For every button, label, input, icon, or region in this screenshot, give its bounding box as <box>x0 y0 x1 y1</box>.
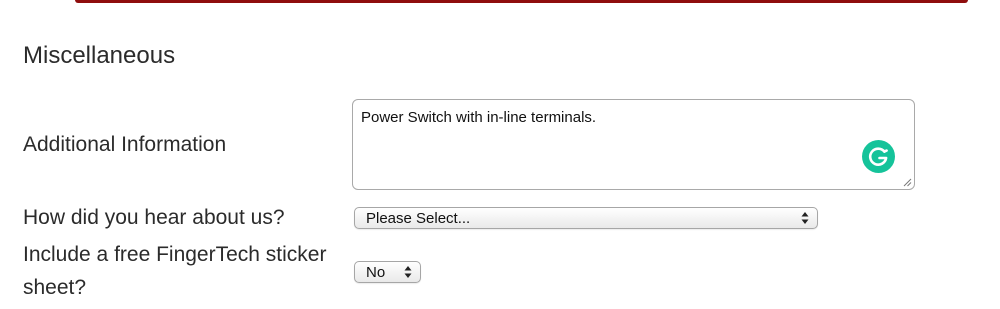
additional-info-textarea[interactable]: Power Switch with in-line terminals. <box>352 99 915 190</box>
section-title: Miscellaneous <box>23 42 176 69</box>
grammarly-icon[interactable] <box>862 140 895 173</box>
hear-about-select[interactable]: Please Select... <box>354 207 818 229</box>
sticker-sheet-label: Include a free FingerTech sticker sheet? <box>23 243 327 299</box>
sticker-sheet-select[interactable]: No <box>354 261 421 283</box>
additional-info-text: Power Switch with in-line terminals. <box>361 109 597 126</box>
misc-form-page: Miscellaneous Additional Information Pow… <box>0 0 1000 309</box>
select-arrows-icon <box>404 266 412 278</box>
top-divider <box>75 0 968 3</box>
resize-handle-icon[interactable] <box>903 178 912 187</box>
hear-about-selected-value: Please Select... <box>366 210 471 227</box>
select-arrows-icon <box>801 212 809 224</box>
sticker-sheet-selected-value: No <box>366 264 386 281</box>
hear-about-label: How did you hear about us? <box>23 206 285 229</box>
additional-info-label: Additional Information <box>23 133 227 156</box>
